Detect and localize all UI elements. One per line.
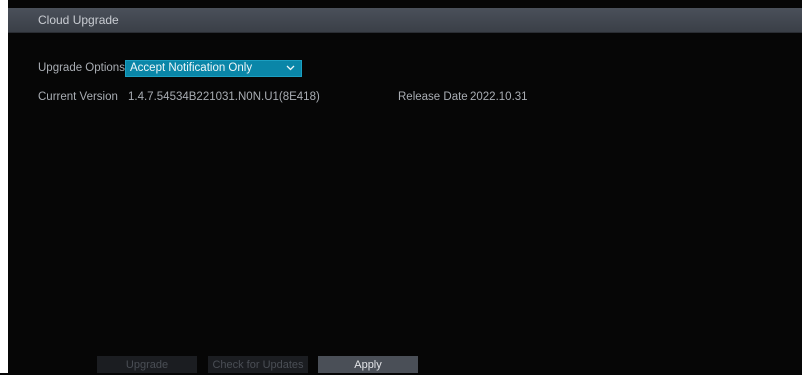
title-bar: Cloud Upgrade — [8, 8, 802, 33]
apply-button[interactable]: Apply — [318, 356, 418, 373]
chevron-down-icon — [286, 65, 295, 71]
upgrade-button[interactable]: Upgrade — [97, 356, 197, 373]
cloud-upgrade-window: Cloud Upgrade Upgrade Options Accept Not… — [0, 0, 802, 373]
release-date-label: Release Date — [398, 91, 468, 103]
window-title: Cloud Upgrade — [38, 13, 119, 27]
current-version-label: Current Version — [38, 91, 118, 103]
left-edge-strip — [0, 0, 8, 373]
upgrade-options-label: Upgrade Options — [38, 62, 125, 74]
upgrade-options-selected-value: Accept Notification Only — [130, 62, 253, 74]
release-date-value: 2022.10.31 — [470, 91, 528, 103]
check-for-updates-button[interactable]: Check for Updates — [208, 356, 308, 373]
upgrade-options-dropdown[interactable]: Accept Notification Only — [125, 60, 302, 77]
current-version-value: 1.4.7.54534B221031.N0N.U1(8E418) — [128, 91, 320, 103]
